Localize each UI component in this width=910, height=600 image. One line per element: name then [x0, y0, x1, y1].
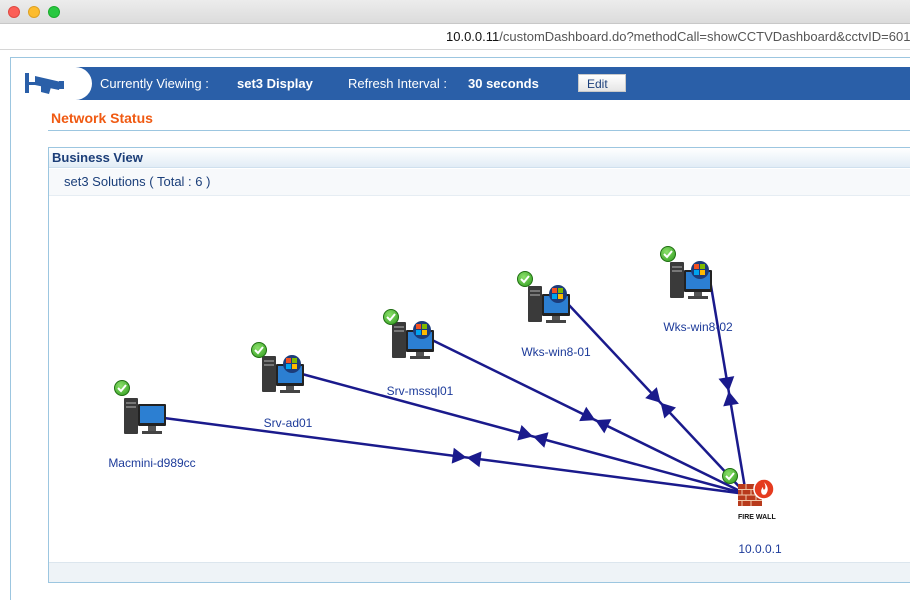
network-status-title: Network Status — [51, 110, 153, 126]
node-label[interactable]: Wks-win8-02 — [663, 320, 732, 334]
status-ok-icon — [660, 246, 676, 262]
edit-button[interactable]: Edit — [578, 74, 626, 92]
refresh-interval-value: 30 seconds — [468, 76, 539, 91]
business-view-subtitle: set3 Solutions ( Total : 6 ) — [64, 174, 211, 189]
node-label[interactable]: Wks-win8-01 — [521, 345, 590, 359]
node-label[interactable]: Srv-ad01 — [264, 416, 313, 430]
status-ok-icon — [722, 468, 738, 484]
windows-server-node[interactable] — [390, 318, 436, 362]
close-window-button[interactable] — [8, 6, 20, 18]
cctv-camera-icon — [25, 73, 64, 94]
node-label[interactable]: Srv-mssql01 — [387, 384, 454, 398]
firewall-node[interactable]: FIRE WALL — [736, 478, 776, 524]
status-ok-icon — [383, 309, 399, 325]
refresh-interval-label: Refresh Interval : — [348, 76, 447, 91]
currently-viewing-value: set3 Display — [237, 76, 313, 91]
windows-workstation-node[interactable] — [526, 282, 572, 326]
computer-icon — [124, 398, 166, 434]
browser-titlebar — [0, 0, 910, 24]
windows-computer-icon — [262, 355, 304, 393]
zoom-window-button[interactable] — [48, 6, 60, 18]
status-ok-icon — [517, 271, 533, 287]
url-host: 10.0.0.11 — [446, 29, 500, 44]
business-view-header — [49, 148, 910, 168]
minimize-window-button[interactable] — [28, 6, 40, 18]
windows-computer-icon — [670, 261, 712, 299]
business-view-panel — [48, 147, 910, 583]
firewall-node-label[interactable]: 10.0.0.1 — [738, 542, 781, 556]
business-view-title: Business View — [52, 150, 143, 165]
mac-node[interactable] — [122, 396, 168, 436]
node-label[interactable]: Macmini-d989cc — [108, 456, 195, 470]
section-divider — [48, 130, 910, 131]
status-ok-icon — [114, 380, 130, 396]
windows-workstation-node[interactable] — [668, 258, 714, 302]
url-path: /customDashboard.do?methodCall=showCCTVD… — [499, 29, 910, 44]
address-bar[interactable]: 10.0.0.11/customDashboard.do?methodCall=… — [0, 24, 910, 50]
windows-server-node[interactable] — [260, 352, 306, 396]
firewall-icon-text: FIRE WALL — [738, 514, 776, 521]
url-text[interactable]: 10.0.0.11/customDashboard.do?methodCall=… — [446, 24, 910, 49]
status-ok-icon — [251, 342, 267, 358]
windows-computer-icon — [392, 321, 434, 359]
windows-computer-icon — [528, 285, 570, 323]
business-view-footer — [49, 562, 910, 582]
currently-viewing-label: Currently Viewing : — [100, 76, 209, 91]
